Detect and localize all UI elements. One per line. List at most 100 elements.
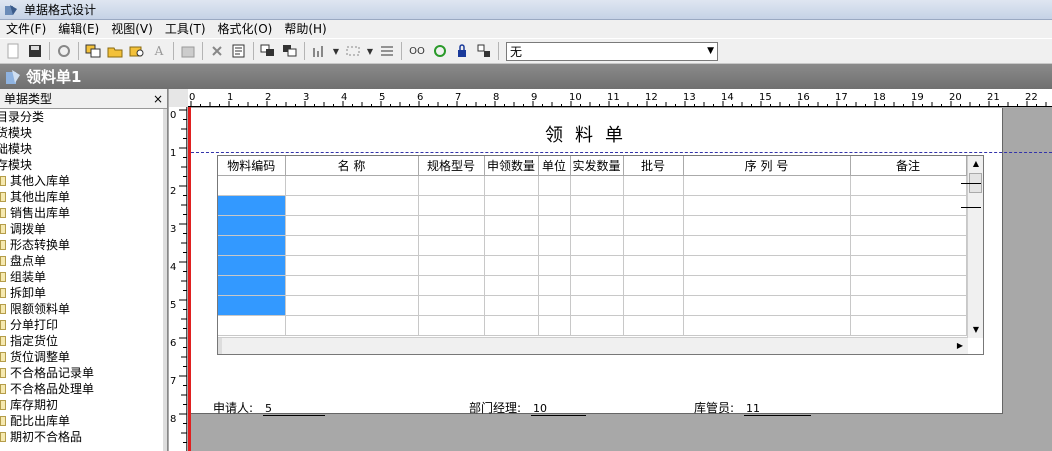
column-header[interactable]: 申领数量 (484, 156, 539, 176)
chevron-down-icon[interactable]: ▼ (331, 41, 341, 61)
table-cell[interactable] (683, 175, 851, 196)
tree-item[interactable]: 不合格品记录单 (0, 365, 167, 381)
new-icon[interactable] (3, 41, 23, 61)
table-cell[interactable] (570, 255, 624, 276)
table-cell[interactable] (850, 255, 967, 276)
tree-item[interactable]: 盘点单 (0, 253, 167, 269)
properties-icon[interactable] (178, 41, 198, 61)
table-cell[interactable] (623, 235, 684, 256)
left-margin-marker[interactable] (188, 107, 191, 451)
grid-horizontal-scrollbar[interactable]: ▶ (218, 337, 968, 354)
lock-icon[interactable] (452, 41, 472, 61)
table-cell-selected[interactable] (218, 235, 286, 256)
menu-format[interactable]: 格式化(O) (212, 20, 279, 38)
table-cell[interactable] (285, 175, 419, 196)
tree-item[interactable]: 形态转换单 (0, 237, 167, 253)
scroll-up-icon[interactable]: ▲ (968, 156, 983, 172)
copy-icon[interactable] (83, 41, 103, 61)
tree-item[interactable]: 限额领料单 (0, 301, 167, 317)
table-cell[interactable] (538, 195, 571, 216)
footer-manager[interactable]: 部门经理: 10 (469, 399, 587, 416)
table-cell[interactable] (623, 215, 684, 236)
tree-item[interactable]: 库存期初 (0, 397, 167, 413)
table-cell[interactable] (683, 235, 851, 256)
table-cell[interactable] (484, 215, 539, 236)
tree-root-item[interactable]: 货模块 (0, 125, 167, 141)
form-title[interactable]: 领料单 (543, 121, 637, 147)
table-cell[interactable] (570, 175, 624, 196)
tree-item[interactable]: 配比出库单 (0, 413, 167, 429)
table-cell[interactable] (484, 175, 539, 196)
tree-item[interactable]: 调拨单 (0, 221, 167, 237)
table-cell[interactable] (570, 195, 624, 216)
menu-help[interactable]: 帮助(H) (278, 20, 332, 38)
chevron-down-icon[interactable]: ▼ (365, 41, 375, 61)
tree-item[interactable]: 组装单 (0, 269, 167, 285)
table-cell[interactable] (538, 295, 571, 316)
scroll-right-icon[interactable]: ▶ (952, 338, 968, 354)
table-cell[interactable] (218, 175, 286, 196)
size-icon[interactable] (343, 41, 363, 61)
table-cell[interactable] (418, 195, 485, 216)
tree-item[interactable]: 不合格品处理单 (0, 381, 167, 397)
table-cell[interactable] (850, 175, 967, 196)
send-back-icon[interactable] (280, 41, 300, 61)
table-cell[interactable] (683, 275, 851, 296)
table-cell[interactable] (850, 195, 967, 216)
tree-item[interactable]: 其他出库单 (0, 189, 167, 205)
style-dropdown[interactable]: 无 ▼ (506, 41, 718, 61)
table-cell[interactable] (484, 235, 539, 256)
table-cell[interactable] (623, 255, 684, 276)
table-cell[interactable] (285, 255, 419, 276)
table-cell[interactable] (623, 315, 684, 336)
table-cell[interactable] (570, 315, 624, 336)
scroll-down-icon[interactable]: ▼ (968, 322, 983, 338)
align-icon[interactable] (309, 41, 329, 61)
table-cell[interactable] (683, 195, 851, 216)
table-cell[interactable] (418, 235, 485, 256)
tree-item[interactable]: 销售出库单 (0, 205, 167, 221)
table-cell[interactable] (285, 295, 419, 316)
menu-tools[interactable]: 工具(T) (159, 20, 212, 38)
table-cell[interactable] (538, 235, 571, 256)
font-icon[interactable]: A (149, 41, 169, 61)
table-cell[interactable] (418, 175, 485, 196)
table-cell[interactable] (570, 295, 624, 316)
table-cell[interactable] (484, 195, 539, 216)
column-header[interactable]: 物料编码 (218, 156, 286, 176)
table-cell[interactable] (850, 315, 967, 336)
table-cell[interactable] (418, 315, 485, 336)
scroll-left-edge[interactable] (218, 338, 222, 354)
table-cell[interactable] (538, 255, 571, 276)
menu-view[interactable]: 视图(V) (105, 20, 159, 38)
table-cell[interactable] (218, 315, 286, 336)
tab-order-icon[interactable] (474, 41, 494, 61)
footer-applicant[interactable]: 申请人: 5 (213, 399, 326, 416)
tree-item[interactable]: 拆卸单 (0, 285, 167, 301)
footer-keeper[interactable]: 库管员: 11 (694, 399, 812, 416)
table-cell[interactable] (683, 315, 851, 336)
table-cell[interactable] (418, 275, 485, 296)
table-cell[interactable] (484, 315, 539, 336)
refresh-icon[interactable] (430, 41, 450, 61)
table-cell[interactable] (418, 295, 485, 316)
table-cell[interactable] (570, 235, 624, 256)
save-icon[interactable] (25, 41, 45, 61)
table-cell[interactable] (538, 175, 571, 196)
table-cell[interactable] (570, 215, 624, 236)
tree-root-item[interactable]: 存模块 (0, 157, 167, 173)
table-cell[interactable] (285, 315, 419, 336)
table-cell[interactable] (850, 275, 967, 296)
column-header[interactable]: 规格型号 (418, 156, 485, 176)
table-cell[interactable] (418, 255, 485, 276)
table-cell[interactable] (285, 235, 419, 256)
band-guide-line[interactable] (191, 152, 1052, 153)
tree-item[interactable]: 货位调整单 (0, 349, 167, 365)
tree-item[interactable]: 指定货位 (0, 333, 167, 349)
tree-item[interactable]: 期初不合格品 (0, 429, 167, 445)
table-cell[interactable] (538, 275, 571, 296)
table-cell[interactable] (683, 255, 851, 276)
table-cell[interactable] (285, 275, 419, 296)
column-header[interactable]: 名 称 (285, 156, 419, 176)
table-cell[interactable] (850, 295, 967, 316)
